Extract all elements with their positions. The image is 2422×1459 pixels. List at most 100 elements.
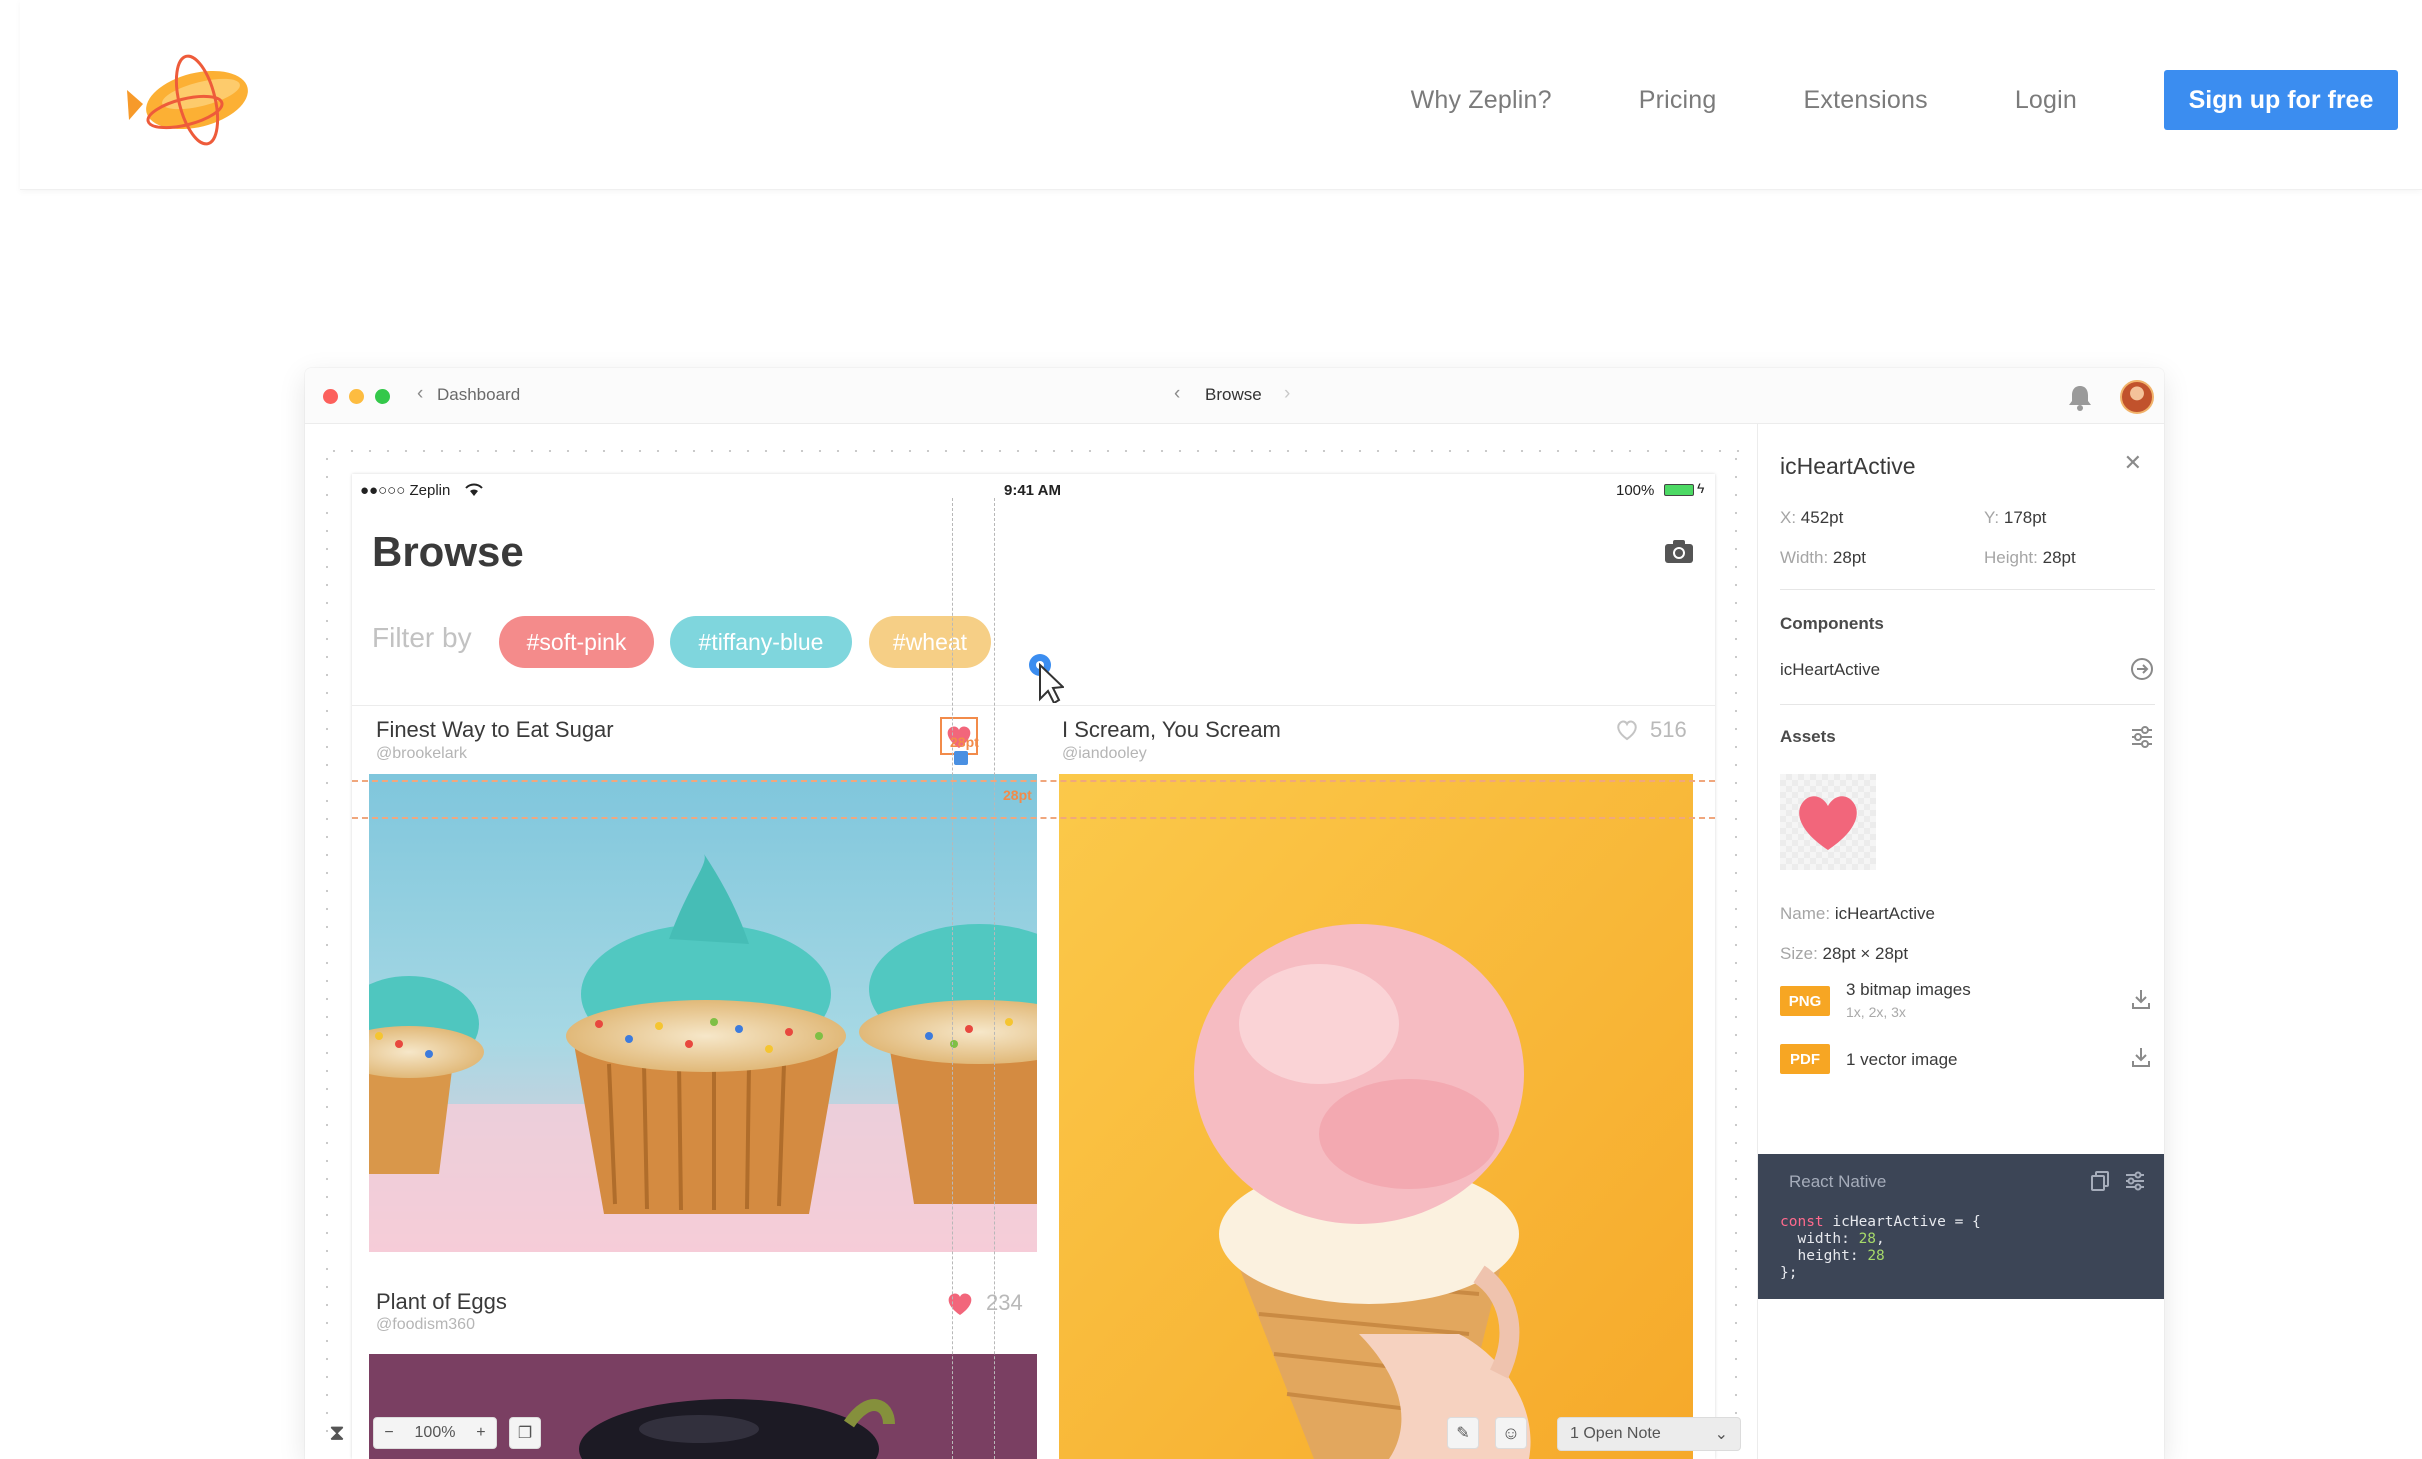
nav-why-zeplin[interactable]: Why Zeplin? bbox=[1411, 86, 1552, 115]
open-notes-dropdown[interactable]: 1 Open Note ⌄ bbox=[1557, 1417, 1741, 1451]
canvas-grid-dots bbox=[325, 450, 1745, 452]
minimize-window-button[interactable] bbox=[349, 389, 364, 404]
wifi-icon bbox=[465, 483, 483, 496]
chip-wheat[interactable]: #wheat bbox=[869, 616, 991, 668]
back-chevron-icon[interactable]: ‹ bbox=[417, 383, 423, 405]
zeplin-logo[interactable] bbox=[125, 50, 265, 150]
heart-outline-icon bbox=[1617, 720, 1637, 741]
post-author-2[interactable]: @iandooley bbox=[1062, 745, 1147, 763]
ice-cream-photo[interactable] bbox=[1059, 774, 1693, 1459]
likes-count-2: 516 bbox=[1650, 717, 1687, 742]
pdf-badge: PDF bbox=[1780, 1044, 1830, 1074]
assets-heading: Assets bbox=[1780, 727, 1836, 746]
signup-button[interactable]: Sign up for free bbox=[2164, 70, 2398, 130]
heart-filled-icon bbox=[948, 1293, 972, 1315]
guide-line bbox=[952, 498, 953, 1459]
app-window: ‹ Dashboard ‹ Browse › ●●○○○ Zeplin 9:41… bbox=[305, 368, 2164, 1459]
likes-3[interactable]: 234 bbox=[944, 1289, 1023, 1317]
post-title-2[interactable]: I Scream, You Scream bbox=[1062, 717, 1281, 743]
screen-title: Browse bbox=[1205, 385, 1262, 404]
zoom-in-button[interactable]: + bbox=[476, 1424, 485, 1442]
page-title: Browse bbox=[372, 528, 524, 575]
site-header: Why Zeplin? Pricing Extensions Login Sig… bbox=[20, 0, 2422, 190]
measure-side-label: 28pt bbox=[1003, 787, 1032, 803]
heart-asset-icon bbox=[1799, 796, 1857, 850]
nav-pricing[interactable]: Pricing bbox=[1639, 86, 1717, 115]
divider bbox=[352, 705, 1715, 706]
prev-screen-icon[interactable]: ‹ bbox=[1174, 383, 1180, 405]
code-platform-label: React Native bbox=[1789, 1172, 1887, 1191]
cursor-pointer-icon bbox=[1029, 654, 1064, 703]
zoom-level: 100% bbox=[414, 1424, 456, 1441]
nav-extensions[interactable]: Extensions bbox=[1804, 86, 1928, 115]
zoom-control: − 100% + bbox=[373, 1417, 497, 1449]
component-link[interactable]: icHeartActive bbox=[1780, 660, 1880, 680]
close-icon[interactable]: ✕ bbox=[2124, 450, 2142, 476]
hourglass-icon[interactable]: ⧗ bbox=[321, 1417, 353, 1449]
prop-y: Y: 178pt bbox=[1984, 508, 2047, 527]
artboard-browse[interactable]: ●●○○○ Zeplin 9:41 AM 100% ϟ Browse Filte… bbox=[352, 474, 1715, 1459]
canvas-bottom-toolbar: ⧗ − 100% + ❐ ✎ ☺ 1 Open Note ⌄ bbox=[305, 1405, 1757, 1459]
breadcrumb-dashboard[interactable]: Dashboard bbox=[437, 385, 520, 405]
chip-soft-pink[interactable]: #soft-pink bbox=[499, 616, 654, 668]
maximize-window-button[interactable] bbox=[375, 389, 390, 404]
download-png-icon[interactable] bbox=[2130, 988, 2152, 1010]
copy-icon[interactable]: ❐ bbox=[509, 1417, 541, 1449]
code-block[interactable]: const icHeartActive = { width: 28, heigh… bbox=[1780, 1214, 1981, 1282]
code-settings-icon[interactable] bbox=[2124, 1170, 2146, 1192]
carrier-label: ●●○○○ Zeplin bbox=[360, 482, 451, 499]
measure-top-label: 28pt bbox=[950, 734, 979, 750]
copy-code-icon[interactable] bbox=[2090, 1170, 2110, 1192]
canvas-grid-dots bbox=[326, 450, 328, 1440]
chip-tiffany-blue[interactable]: #tiffany-blue bbox=[670, 616, 852, 668]
spacing-marker bbox=[954, 751, 968, 765]
inspector-panel: icHeartActive ✕ X: 452pt Y: 178pt Width:… bbox=[1757, 424, 2164, 1459]
monkey-icon[interactable]: ☺ bbox=[1495, 1417, 1527, 1449]
charging-icon: ϟ bbox=[1697, 480, 1705, 496]
divider bbox=[1780, 704, 2155, 705]
add-note-icon[interactable]: ✎ bbox=[1447, 1417, 1479, 1449]
pdf-label: 1 vector image bbox=[1846, 1050, 1958, 1069]
asset-thumbnail[interactable] bbox=[1780, 774, 1876, 870]
likes-count-3: 234 bbox=[986, 1290, 1023, 1315]
layer-name: icHeartActive bbox=[1780, 453, 1916, 479]
open-notes-label: 1 Open Note bbox=[1570, 1425, 1661, 1442]
png-label: 3 bitmap images bbox=[1846, 980, 1971, 999]
post-author-1[interactable]: @brookelark bbox=[376, 745, 467, 763]
post-title-3[interactable]: Plant of Eggs bbox=[376, 1289, 507, 1315]
asset-name: Name: icHeartActive bbox=[1780, 904, 1935, 923]
nav-login[interactable]: Login bbox=[2015, 86, 2077, 115]
close-window-button[interactable] bbox=[323, 389, 338, 404]
zoom-out-button[interactable]: − bbox=[384, 1424, 393, 1442]
guide-line bbox=[352, 817, 1715, 819]
site-nav: Why Zeplin? Pricing Extensions Login Sig… bbox=[1411, 70, 2422, 130]
status-time: 9:41 AM bbox=[1004, 482, 1061, 499]
png-badge: PNG bbox=[1780, 986, 1830, 1016]
png-scales: 1x, 2x, 3x bbox=[1846, 1004, 1906, 1020]
prop-height: Height: 28pt bbox=[1984, 548, 2076, 567]
guide-line bbox=[994, 498, 995, 1459]
code-snippet-panel: React Native const icHeartActive = { wid… bbox=[1758, 1154, 2164, 1299]
post-author-3[interactable]: @foodism360 bbox=[376, 1316, 475, 1334]
camera-icon[interactable] bbox=[1664, 538, 1694, 564]
post-title-1[interactable]: Finest Way to Eat Sugar bbox=[376, 717, 614, 743]
asset-size: Size: 28pt × 28pt bbox=[1780, 944, 1909, 963]
prop-width: Width: 28pt bbox=[1780, 548, 1867, 567]
notification-bell-icon[interactable] bbox=[2065, 382, 2095, 412]
next-screen-icon[interactable]: › bbox=[1284, 383, 1290, 405]
goto-component-icon[interactable] bbox=[2130, 657, 2154, 681]
download-pdf-icon[interactable] bbox=[2130, 1046, 2152, 1068]
likes-2[interactable]: 516 bbox=[1614, 717, 1687, 743]
filter-label: Filter by bbox=[372, 622, 472, 653]
settings-sliders-icon[interactable] bbox=[2130, 726, 2154, 748]
chevron-down-icon: ⌄ bbox=[1714, 1426, 1728, 1443]
ios-status-bar: ●●○○○ Zeplin 9:41 AM 100% ϟ bbox=[352, 474, 1715, 504]
components-heading: Components bbox=[1780, 614, 1884, 633]
window-titlebar: ‹ Dashboard ‹ Browse › bbox=[305, 368, 2164, 424]
user-avatar[interactable] bbox=[2120, 380, 2154, 414]
design-canvas[interactable]: ●●○○○ Zeplin 9:41 AM 100% ϟ Browse Filte… bbox=[305, 424, 1757, 1459]
battery-icon bbox=[1664, 484, 1694, 496]
prop-x: X: 452pt bbox=[1780, 508, 1844, 527]
cupcakes-photo[interactable] bbox=[369, 774, 1037, 1252]
guide-line bbox=[352, 780, 1715, 782]
